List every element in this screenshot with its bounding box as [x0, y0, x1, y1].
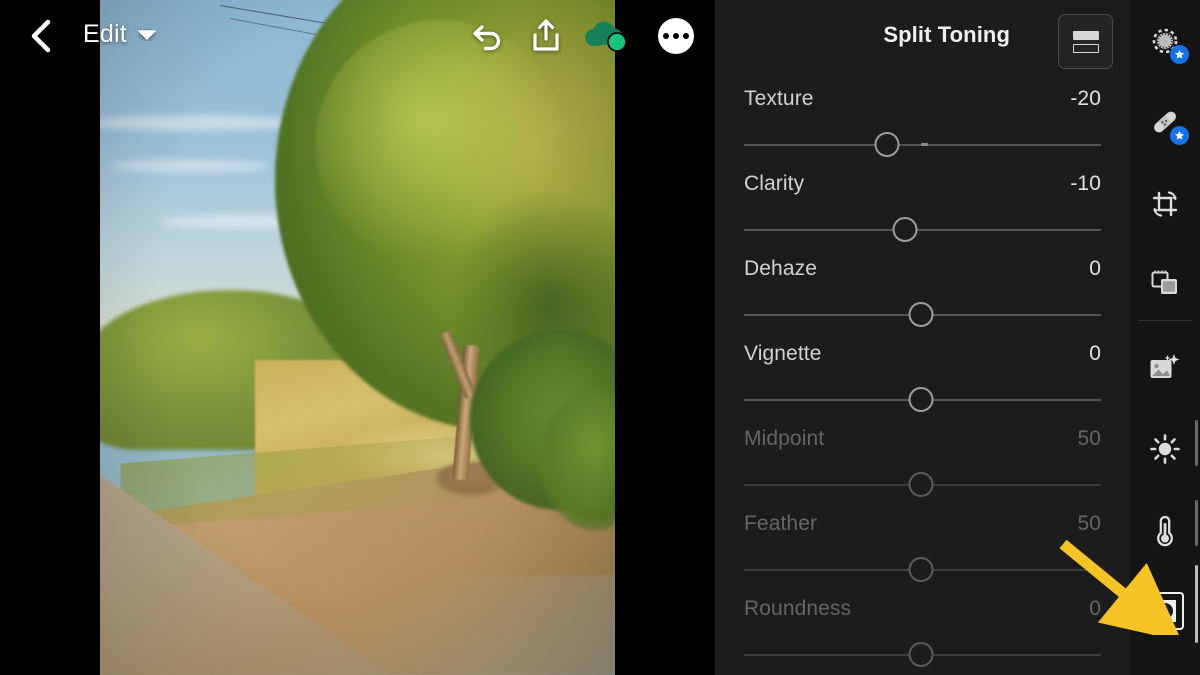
slider-value: 50 — [1077, 512, 1101, 535]
slider-thumb[interactable] — [908, 557, 934, 582]
slider-row[interactable]: Dehaze 0 — [744, 252, 1101, 337]
slider-track-area[interactable] — [744, 557, 1101, 583]
slider-header: Clarity -10 — [744, 167, 1101, 196]
slider-thumb[interactable] — [908, 642, 934, 667]
rail-item-selective[interactable] — [1142, 18, 1189, 64]
slider-track-area[interactable] — [744, 472, 1101, 498]
split-toning-icon — [1072, 30, 1099, 53]
slider-label: Roundness — [744, 597, 852, 620]
rail-scroll-indicator[interactable] — [1195, 565, 1198, 643]
slider-value: -10 — [1070, 172, 1101, 195]
slider-header: Texture -20 — [744, 82, 1101, 111]
star-icon — [1174, 49, 1185, 59]
chevron-down-icon — [138, 29, 156, 40]
versions-icon — [1150, 269, 1180, 297]
slider-row[interactable]: Feather 50 — [744, 507, 1101, 592]
slider-track-area[interactable] — [744, 217, 1101, 243]
rail-scroll-indicator[interactable] — [1195, 500, 1198, 546]
rail-scroll-indicator[interactable] — [1195, 420, 1198, 466]
app-root: Edit Split Toning Texture -20 Clarity -1… — [0, 0, 1200, 675]
premium-star-badge — [1170, 126, 1189, 145]
slider-row[interactable]: Midpoint 50 — [744, 422, 1101, 507]
presets-icon — [1149, 353, 1181, 383]
rail-divider — [1138, 320, 1192, 321]
slider-row[interactable]: Texture -20 — [744, 82, 1101, 167]
rail-item-crop[interactable] — [1142, 181, 1188, 227]
split-toning-toggle-button[interactable] — [1058, 14, 1113, 69]
slider-header: Dehaze 0 — [744, 252, 1101, 281]
slider-label: Vignette — [744, 342, 822, 365]
split-bar-hollow — [1072, 43, 1099, 53]
panel-header: Split Toning — [715, 0, 1130, 82]
light-icon — [1149, 433, 1181, 465]
slider-thumb[interactable] — [908, 472, 934, 497]
undo-icon — [473, 25, 501, 51]
page-title: Edit — [83, 20, 127, 48]
slider-row[interactable]: Clarity -10 — [744, 167, 1101, 252]
slider-track — [744, 229, 1101, 231]
dot — [663, 33, 669, 39]
rail-item-versions[interactable] — [1142, 260, 1188, 306]
slider-list: Texture -20 Clarity -10 Dehaze 0 Vignette 0 Midp… — [715, 82, 1130, 675]
slider-thumb[interactable] — [874, 132, 900, 157]
effects-icon — [1154, 600, 1176, 622]
more-options-button[interactable] — [637, 7, 715, 65]
photo-canvas[interactable] — [0, 0, 715, 675]
slider-header: Feather 50 — [744, 507, 1101, 536]
photo-cloud-wisp — [110, 160, 270, 172]
slider-row[interactable]: Vignette 0 — [744, 337, 1101, 422]
slider-center-tick — [920, 143, 928, 146]
back-chevron-icon — [31, 19, 51, 53]
cloud-sync-status[interactable] — [575, 7, 637, 65]
slider-label: Dehaze — [744, 257, 817, 280]
slider-track-area[interactable] — [744, 387, 1101, 413]
slider-track-area[interactable] — [744, 642, 1101, 668]
slider-label: Clarity — [744, 172, 805, 195]
slider-header: Roundness 0 — [744, 592, 1101, 621]
premium-star-badge — [1170, 45, 1189, 64]
slider-thumb[interactable] — [908, 387, 934, 412]
slider-header: Vignette 0 — [744, 337, 1101, 366]
star-icon — [1174, 130, 1185, 140]
slider-value: 0 — [1089, 257, 1101, 280]
panel-title: Split Toning — [883, 22, 1010, 47]
photo-cloud-wisp — [100, 115, 300, 131]
rail-item-presets[interactable] — [1142, 345, 1188, 391]
photo-image[interactable] — [100, 0, 615, 675]
dot — [683, 33, 689, 39]
slider-value: 0 — [1089, 342, 1101, 365]
edit-panel: Split Toning Texture -20 Clarity -10 Dehaze 0… — [715, 0, 1130, 675]
cloud-sync-icon — [585, 21, 627, 52]
slider-track-area[interactable] — [744, 302, 1101, 328]
split-bar-solid — [1072, 30, 1099, 40]
back-button[interactable] — [22, 18, 58, 54]
slider-thumb[interactable] — [908, 302, 934, 327]
edit-mode-selector[interactable]: Edit — [83, 20, 156, 49]
slider-thumb[interactable] — [892, 217, 918, 242]
rail-item-light[interactable] — [1142, 426, 1188, 472]
crop-rotate-icon — [1150, 189, 1180, 219]
slider-row[interactable]: Roundness 0 — [744, 592, 1101, 675]
share-button[interactable] — [517, 7, 575, 65]
tool-rail — [1130, 0, 1200, 675]
rail-item-healing[interactable] — [1142, 99, 1189, 145]
dot — [673, 33, 679, 39]
slider-header: Midpoint 50 — [744, 422, 1101, 451]
slider-label: Feather — [744, 512, 818, 535]
slider-value: 0 — [1089, 597, 1101, 620]
slider-label: Midpoint — [744, 427, 825, 450]
slider-label: Texture — [744, 87, 814, 110]
rail-item-effects[interactable] — [1146, 592, 1184, 630]
top-toolbar: Edit — [0, 0, 715, 72]
color-icon — [1152, 515, 1178, 547]
slider-track-area[interactable] — [744, 132, 1101, 158]
share-export-icon — [533, 19, 559, 51]
slider-value: -20 — [1070, 87, 1101, 110]
undo-button[interactable] — [459, 7, 517, 65]
more-options-circle[interactable] — [658, 18, 694, 54]
rail-item-color[interactable] — [1142, 508, 1188, 554]
toolbar-actions — [459, 0, 715, 72]
slider-value: 50 — [1077, 427, 1101, 450]
